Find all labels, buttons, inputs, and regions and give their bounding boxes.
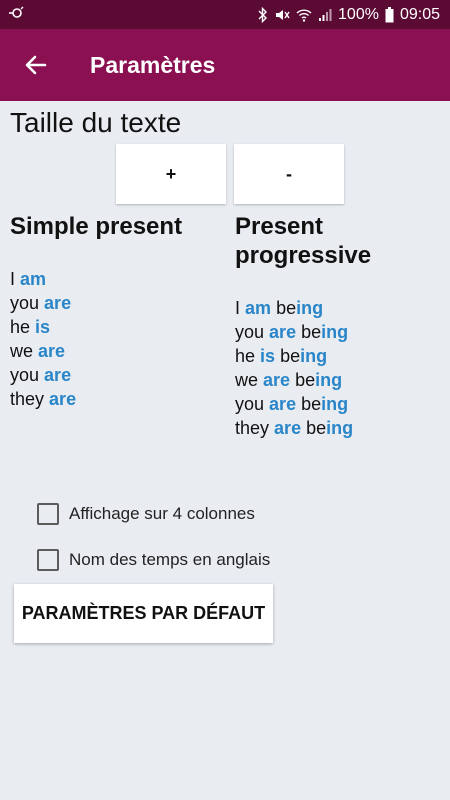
verb: are: [269, 394, 297, 414]
wifi-icon: [296, 8, 312, 22]
participle-ending: ing: [315, 370, 343, 390]
pronoun: they: [235, 418, 270, 438]
participle-ending: ing: [300, 346, 328, 366]
conjugation-row: I am being: [235, 296, 445, 320]
battery-icon: [385, 6, 394, 23]
participle-stem: be: [306, 418, 327, 438]
status-icons: 100% 09:05: [258, 0, 440, 29]
verb: is: [260, 346, 276, 366]
checkbox[interactable]: [37, 503, 59, 525]
checkbox[interactable]: [37, 549, 59, 571]
participle-stem: be: [295, 370, 316, 390]
participle-ending: ing: [326, 418, 354, 438]
app-bar: Paramètres: [0, 29, 450, 101]
reset-defaults-button[interactable]: PARAMÈTRES PAR DÉFAUT: [14, 584, 273, 643]
mute-icon: [274, 7, 290, 23]
participle-ending: ing: [321, 322, 349, 342]
conjugation-list: I am you are he is we are you are they are: [10, 267, 225, 411]
pronoun: I: [10, 269, 16, 289]
conjugation-row: you are being: [235, 320, 445, 344]
verb: are: [44, 365, 72, 385]
pronoun: you: [10, 365, 40, 385]
verb: am: [245, 298, 272, 318]
conjugation-row: they are being: [235, 416, 445, 440]
participle-stem: be: [301, 322, 322, 342]
page-title: Paramètres: [90, 52, 216, 78]
sync-icon: [8, 5, 24, 26]
status-bar: 100% 09:05: [0, 0, 450, 29]
conjugation-row: he is: [10, 315, 225, 339]
tense-column-simple-present: Simple present I am you are he is we are you…: [10, 212, 225, 411]
conjugation-row: we are: [10, 339, 225, 363]
checkbox-label: Nom des temps en anglais: [69, 550, 271, 569]
conjugation-row: they are: [10, 387, 225, 411]
verb: are: [274, 418, 302, 438]
column-title: Simple present: [10, 213, 183, 240]
column-title: Present progressive: [235, 213, 372, 269]
pronoun: they: [10, 389, 45, 409]
back-button[interactable]: [14, 43, 58, 87]
verb: are: [263, 370, 291, 390]
verb: is: [35, 317, 51, 337]
increase-text-size-button[interactable]: +: [116, 144, 226, 204]
pronoun: we: [235, 370, 259, 390]
pronoun: I: [235, 298, 241, 318]
pronoun: you: [235, 322, 265, 342]
participle-stem: be: [276, 298, 297, 318]
tense-column-present-progressive: Present progressive I am being you are be…: [235, 212, 445, 440]
conjugation-row: I am: [10, 267, 225, 291]
signal-icon: [318, 8, 332, 22]
bluetooth-icon: [258, 6, 268, 23]
conjugation-list: I am being you are being he is being we are…: [235, 296, 445, 440]
conjugation-row: we are being: [235, 368, 445, 392]
verb: are: [49, 389, 77, 409]
verb: are: [269, 322, 297, 342]
participle-ending: ing: [321, 394, 349, 414]
pronoun: we: [10, 341, 34, 361]
conjugation-row: you are being: [235, 392, 445, 416]
checkbox-label: Affichage sur 4 colonnes: [69, 504, 255, 523]
pronoun: he: [10, 317, 31, 337]
english-tense-names-option[interactable]: Nom des temps en anglais: [37, 547, 270, 573]
text-size-label: Taille du texte: [10, 107, 182, 138]
pronoun: you: [10, 293, 40, 313]
verb: are: [44, 293, 72, 313]
pronoun: you: [235, 394, 265, 414]
conjugation-row: you are: [10, 291, 225, 315]
verb: are: [38, 341, 66, 361]
verb: am: [20, 269, 47, 289]
battery-percent: 100%: [338, 5, 379, 23]
pronoun: he: [235, 346, 256, 366]
decrease-text-size-button[interactable]: -: [234, 144, 344, 204]
participle-stem: be: [301, 394, 322, 414]
conjugation-row: he is being: [235, 344, 445, 368]
conjugation-row: you are: [10, 363, 225, 387]
participle-stem: be: [280, 346, 301, 366]
arrow-back-icon: [25, 55, 47, 75]
clock: 09:05: [399, 5, 440, 23]
four-columns-option[interactable]: Affichage sur 4 colonnes: [37, 501, 255, 527]
participle-ending: ing: [296, 298, 324, 318]
